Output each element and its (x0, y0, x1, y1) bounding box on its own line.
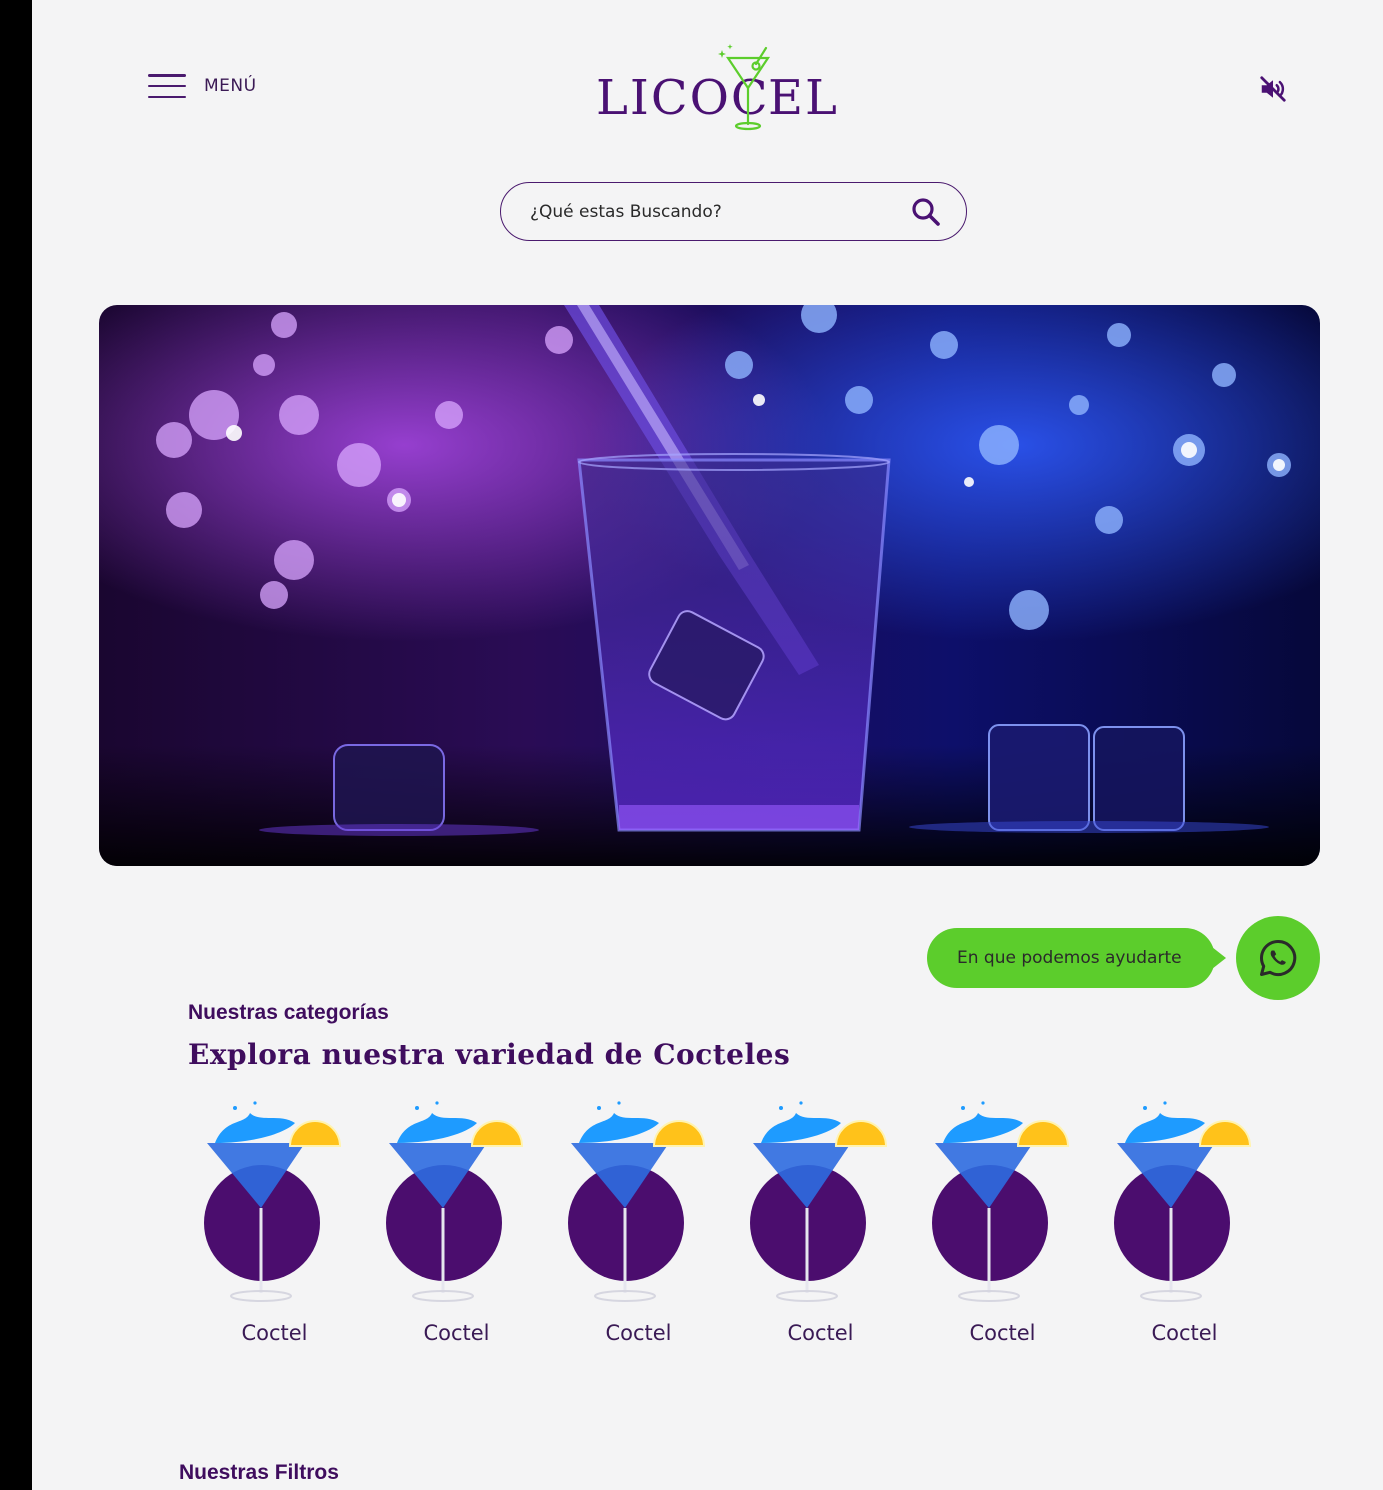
cocktail-image (1105, 1098, 1265, 1313)
search-bar (500, 182, 967, 241)
categories-title: Explora nuestra variedad de Cocteles (188, 1038, 791, 1071)
cocktail-image (741, 1098, 901, 1313)
cocktail-image (559, 1098, 719, 1313)
category-label: Coctel (969, 1321, 1036, 1345)
category-item[interactable]: Coctel (385, 1098, 524, 1358)
cocktail-image (195, 1098, 355, 1313)
help-chat-label: En que podemos ayudarte (957, 948, 1182, 968)
logo[interactable]: LICOC EL (592, 44, 837, 134)
category-label: Coctel (1151, 1321, 1218, 1345)
menu-button[interactable]: MENÚ (148, 74, 257, 98)
hamburger-icon (148, 74, 186, 98)
sound-toggle-button[interactable] (1258, 74, 1288, 104)
whatsapp-button[interactable] (1236, 916, 1320, 1000)
category-list: Coctel Coctel Coctel Coctel Coctel Cocte… (203, 1098, 1307, 1358)
help-chat-bubble[interactable]: En que podemos ayudarte (927, 928, 1226, 988)
logo-text-right: EL (768, 70, 839, 126)
menu-label: MENÚ (204, 76, 257, 96)
category-item[interactable]: Coctel (203, 1098, 342, 1358)
categories-kicker: Nuestras categorías (188, 1001, 389, 1024)
hero-image (99, 305, 1320, 866)
whatsapp-icon (1259, 939, 1297, 977)
category-label: Coctel (423, 1321, 490, 1345)
cocktail-image (377, 1098, 537, 1313)
search-input[interactable] (530, 201, 910, 222)
filters-kicker: Nuestras Filtros (179, 1461, 339, 1484)
category-item[interactable]: Coctel (567, 1098, 706, 1358)
category-item[interactable]: Coctel (931, 1098, 1070, 1358)
hero-banner (99, 305, 1320, 866)
search-icon[interactable] (910, 196, 942, 228)
cocktail-image (923, 1098, 1083, 1313)
category-label: Coctel (787, 1321, 854, 1345)
page: MENÚ LICOC EL ¿Qué estas Buscando? En qu… (32, 0, 1383, 1490)
category-label: Coctel (241, 1321, 308, 1345)
volume-mute-icon (1260, 76, 1286, 102)
category-item[interactable]: Coctel (1113, 1098, 1252, 1358)
category-label: Coctel (605, 1321, 672, 1345)
category-item[interactable]: Coctel (749, 1098, 888, 1358)
